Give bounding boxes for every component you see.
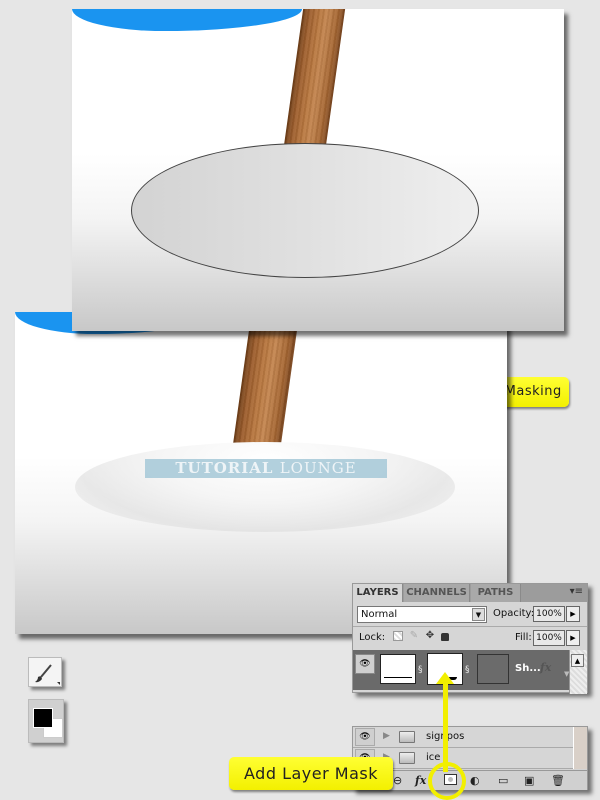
add-layer-style-fx-icon[interactable]: fx: [415, 774, 426, 788]
scrollbar[interactable]: [573, 727, 587, 769]
arrow-line: [443, 680, 448, 772]
layer-row-selected[interactable]: 👁 § § Sh... fx: [353, 650, 587, 690]
chain-link-icon[interactable]: §: [418, 665, 423, 675]
delete-layer-trash-icon[interactable]: 🗑: [551, 774, 565, 788]
panel-menu-icon[interactable]: ▾≡: [570, 586, 583, 597]
color-swatches[interactable]: [28, 699, 64, 743]
folder-icon: [399, 731, 415, 743]
link-layers-icon[interactable]: ⊖: [393, 774, 402, 788]
fill-slider-button[interactable]: ▶: [566, 630, 580, 646]
watermark: TUTORIAL LOUNGE: [145, 459, 387, 478]
brush-icon: [35, 664, 60, 685]
watermark-bold: TUTORIAL: [175, 459, 274, 477]
foreground-color-swatch[interactable]: [33, 708, 53, 728]
opacity-field[interactable]: 100%: [533, 606, 565, 622]
snow-mound: [75, 442, 455, 532]
opacity-slider-button[interactable]: ▶: [566, 606, 580, 622]
brush-tool-button[interactable]: [28, 657, 62, 687]
new-layer-icon[interactable]: ▣: [524, 774, 534, 788]
panel-tabs: LAYERS CHANNELS PATHS ▾≡: [353, 584, 587, 602]
before-canvas: [72, 9, 564, 331]
lock-image-brush-icon[interactable]: ✎: [409, 631, 419, 641]
lock-all-padlock-icon[interactable]: [441, 633, 449, 641]
new-adjustment-layer-icon[interactable]: ◐: [470, 774, 480, 788]
blend-mode-select[interactable]: Normal ▼: [357, 606, 487, 623]
layer-name[interactable]: Sh...: [515, 663, 541, 674]
expand-triangle-icon[interactable]: ▶: [383, 731, 390, 741]
eye-visibility-icon[interactable]: 👁: [355, 728, 375, 746]
lock-transparent-icon[interactable]: [393, 631, 403, 641]
highlight-ring: [428, 762, 466, 800]
tab-channels[interactable]: CHANNELS: [404, 584, 470, 602]
folder-icon: [399, 752, 415, 764]
new-group-folder-icon[interactable]: ▭: [498, 774, 508, 788]
add-layer-mask-callout: Add Layer Mask: [229, 757, 393, 790]
chain-link-icon[interactable]: §: [465, 665, 470, 675]
layers-panel: LAYERS CHANNELS PATHS ▾≡ Normal ▼ Opacit…: [352, 583, 588, 694]
fill-field[interactable]: 100%: [533, 630, 565, 646]
fill-label: Fill:: [515, 632, 532, 643]
tab-paths[interactable]: PATHS: [471, 584, 521, 602]
watermark-light: LOUNGE: [279, 459, 357, 477]
shape-layer-thumbnail: [477, 654, 509, 684]
lock-position-move-icon[interactable]: ✥: [425, 631, 435, 641]
fx-icon[interactable]: fx: [540, 661, 551, 674]
scroll-up-arrow-icon[interactable]: ▲: [571, 654, 584, 667]
eye-visibility-icon[interactable]: 👁: [355, 654, 375, 674]
chevron-down-icon[interactable]: ▼: [472, 608, 485, 621]
divider: [353, 626, 587, 627]
layer-thumbnail: [380, 654, 416, 684]
layer-name[interactable]: ice: [426, 752, 440, 763]
blend-mode-value: Normal: [361, 609, 398, 620]
scroll-down-arrow-icon[interactable]: ▼: [564, 670, 569, 678]
tab-layers[interactable]: LAYERS: [353, 584, 403, 602]
ellipse-selection: [131, 143, 479, 278]
lock-label: Lock:: [359, 632, 386, 643]
layer-row[interactable]: 👁 ▶ signpos: [353, 727, 587, 748]
opacity-label: Opacity:: [493, 608, 535, 619]
